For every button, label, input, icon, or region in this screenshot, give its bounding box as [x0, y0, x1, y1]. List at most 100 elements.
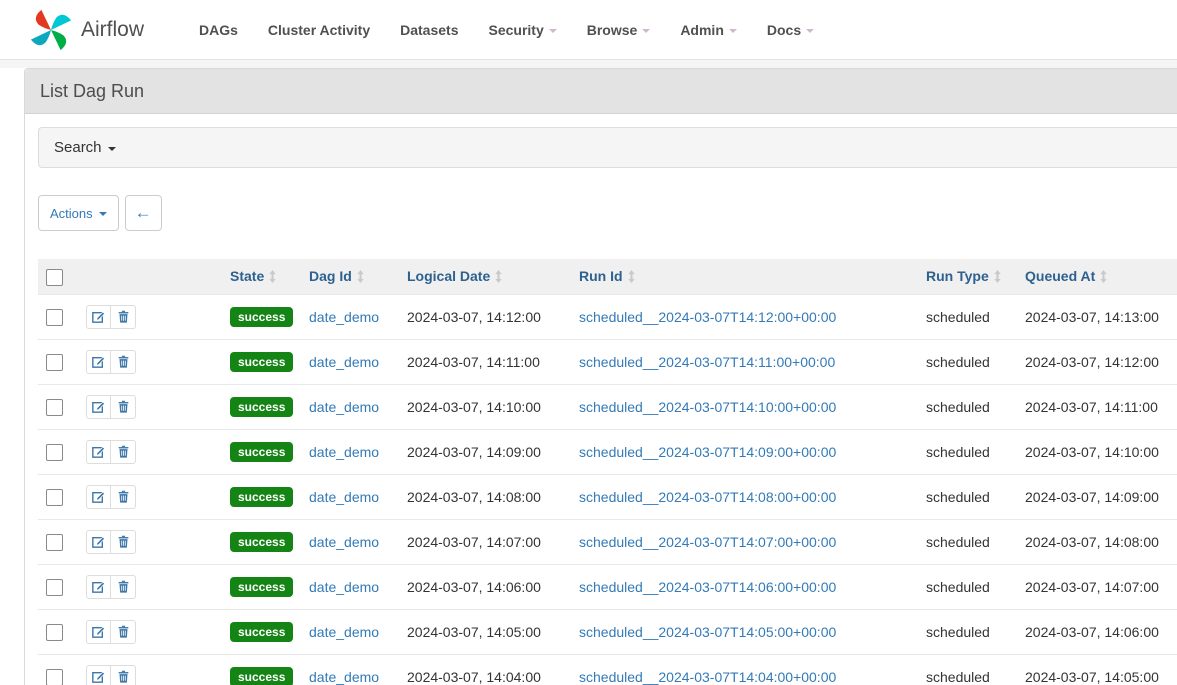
row-checkbox[interactable] [46, 444, 63, 461]
dag-id-link[interactable]: date_demo [309, 309, 379, 325]
panel-body: Search Actions ← [25, 114, 1177, 685]
queued-at-value: 2024-03-07, 14:12:00 [1025, 354, 1159, 370]
table-row: success date_demo 2024-03-07, 14:06:00 s… [38, 564, 1177, 609]
table-row: success date_demo 2024-03-07, 14:10:00 s… [38, 384, 1177, 429]
delete-row-button[interactable] [111, 440, 136, 464]
trash-icon [117, 445, 130, 458]
state-badge: success [230, 667, 293, 685]
column-header-run-id[interactable]: Run Id [571, 259, 918, 294]
delete-row-button[interactable] [111, 530, 136, 554]
logical-date-value: 2024-03-07, 14:07:00 [407, 534, 541, 550]
airflow-brand[interactable]: Airflow [30, 9, 144, 51]
edit-row-button[interactable] [86, 350, 111, 374]
row-checkbox[interactable] [46, 309, 63, 326]
delete-row-button[interactable] [111, 665, 136, 685]
state-badge: success [230, 352, 293, 372]
edit-row-button[interactable] [86, 575, 111, 599]
table-row: success date_demo 2024-03-07, 14:11:00 s… [38, 339, 1177, 384]
trash-icon [117, 400, 130, 413]
run-id-link[interactable]: scheduled__2024-03-07T14:04:00+00:00 [579, 669, 836, 685]
row-checkbox[interactable] [46, 669, 63, 685]
back-arrow-icon: ← [135, 203, 152, 223]
nav-item-dags[interactable]: DAGs [184, 22, 253, 38]
column-header-state[interactable]: State [222, 259, 301, 294]
state-badge: success [230, 307, 293, 327]
run-id-link[interactable]: scheduled__2024-03-07T14:06:00+00:00 [579, 579, 836, 595]
sort-icon [627, 270, 636, 283]
row-actions [86, 620, 136, 644]
state-badge: success [230, 442, 293, 462]
row-checkbox[interactable] [46, 399, 63, 416]
delete-row-button[interactable] [111, 485, 136, 509]
run-id-link[interactable]: scheduled__2024-03-07T14:08:00+00:00 [579, 489, 836, 505]
trash-icon [117, 625, 130, 638]
dag-id-link[interactable]: date_demo [309, 489, 379, 505]
search-accordion-toggle[interactable]: Search [38, 127, 1177, 168]
row-checkbox[interactable] [46, 579, 63, 596]
edit-row-button[interactable] [86, 485, 111, 509]
edit-icon [92, 310, 105, 323]
dag-id-link[interactable]: date_demo [309, 399, 379, 415]
edit-icon [92, 535, 105, 548]
edit-icon [92, 445, 105, 458]
dag-id-link[interactable]: date_demo [309, 669, 379, 685]
row-checkbox[interactable] [46, 534, 63, 551]
dag-id-link[interactable]: date_demo [309, 579, 379, 595]
edit-row-button[interactable] [86, 530, 111, 554]
state-badge: success [230, 397, 293, 417]
delete-row-button[interactable] [111, 350, 136, 374]
dag-id-link[interactable]: date_demo [309, 444, 379, 460]
sort-icon [1099, 270, 1108, 283]
dag-id-link[interactable]: date_demo [309, 624, 379, 640]
nav-item-admin[interactable]: Admin [665, 22, 752, 38]
row-actions [86, 305, 136, 329]
back-button[interactable]: ← [125, 195, 162, 231]
edit-row-button[interactable] [86, 305, 111, 329]
delete-row-button[interactable] [111, 620, 136, 644]
edit-row-button[interactable] [86, 395, 111, 419]
run-id-link[interactable]: scheduled__2024-03-07T14:11:00+00:00 [579, 354, 835, 370]
row-checkbox[interactable] [46, 489, 63, 506]
run-id-link[interactable]: scheduled__2024-03-07T14:07:00+00:00 [579, 534, 836, 550]
nav-item-cluster-activity[interactable]: Cluster Activity [253, 22, 385, 38]
queued-at-value: 2024-03-07, 14:07:00 [1025, 579, 1159, 595]
dag-id-link[interactable]: date_demo [309, 354, 379, 370]
run-id-link[interactable]: scheduled__2024-03-07T14:10:00+00:00 [579, 399, 836, 415]
row-checkbox[interactable] [46, 354, 63, 371]
queued-at-value: 2024-03-07, 14:09:00 [1025, 489, 1159, 505]
column-header-run-type[interactable]: Run Type [918, 259, 1017, 294]
nav-item-docs[interactable]: Docs [752, 22, 829, 38]
delete-row-button[interactable] [111, 575, 136, 599]
edit-row-button[interactable] [86, 620, 111, 644]
column-header-queued-at[interactable]: Queued At [1017, 259, 1177, 294]
edit-row-button[interactable] [86, 440, 111, 464]
edit-row-button[interactable] [86, 665, 111, 685]
row-checkbox[interactable] [46, 624, 63, 641]
table-row: success date_demo 2024-03-07, 14:07:00 s… [38, 519, 1177, 564]
row-actions [86, 530, 136, 554]
dag-id-link[interactable]: date_demo [309, 534, 379, 550]
chevron-down-icon [108, 147, 116, 151]
actions-dropdown-button[interactable]: Actions [38, 195, 119, 231]
column-header-logical-date[interactable]: Logical Date [399, 259, 571, 294]
delete-row-button[interactable] [111, 305, 136, 329]
table-row: success date_demo 2024-03-07, 14:09:00 s… [38, 429, 1177, 474]
column-header-dag-id[interactable]: Dag Id [301, 259, 399, 294]
delete-row-button[interactable] [111, 395, 136, 419]
run-id-link[interactable]: scheduled__2024-03-07T14:05:00+00:00 [579, 624, 836, 640]
trash-icon [117, 490, 130, 503]
queued-at-value: 2024-03-07, 14:05:00 [1025, 669, 1159, 685]
select-all-header [38, 259, 78, 294]
run-id-link[interactable]: scheduled__2024-03-07T14:12:00+00:00 [579, 309, 836, 325]
chevron-down-icon [806, 29, 814, 33]
queued-at-value: 2024-03-07, 14:06:00 [1025, 624, 1159, 640]
select-all-checkbox[interactable] [46, 269, 63, 286]
nav-item-browse[interactable]: Browse [572, 22, 666, 38]
nav-item-datasets[interactable]: Datasets [385, 22, 473, 38]
run-id-link[interactable]: scheduled__2024-03-07T14:09:00+00:00 [579, 444, 836, 460]
run-type-value: scheduled [926, 309, 990, 325]
nav-item-security[interactable]: Security [473, 22, 571, 38]
top-navbar: Airflow DAGs Cluster Activity Datasets S… [0, 0, 1177, 60]
run-type-value: scheduled [926, 399, 990, 415]
table-row: success date_demo 2024-03-07, 14:12:00 s… [38, 294, 1177, 339]
